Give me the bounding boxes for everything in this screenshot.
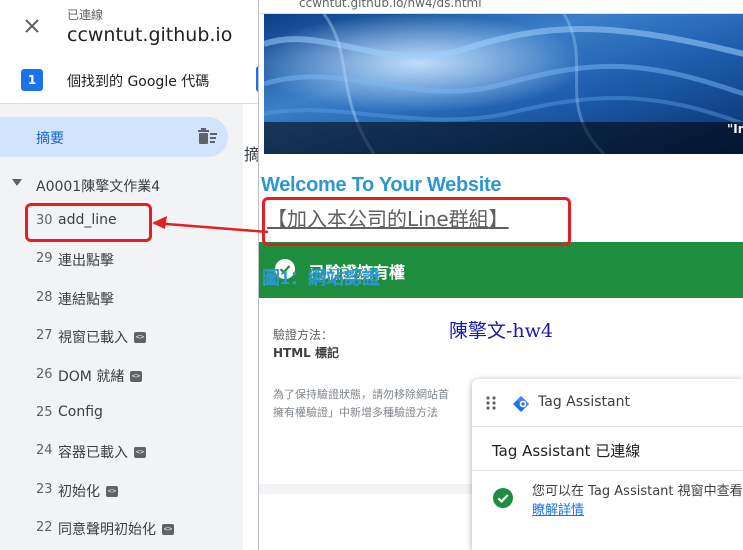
annotation-arrow bbox=[152, 216, 269, 234]
